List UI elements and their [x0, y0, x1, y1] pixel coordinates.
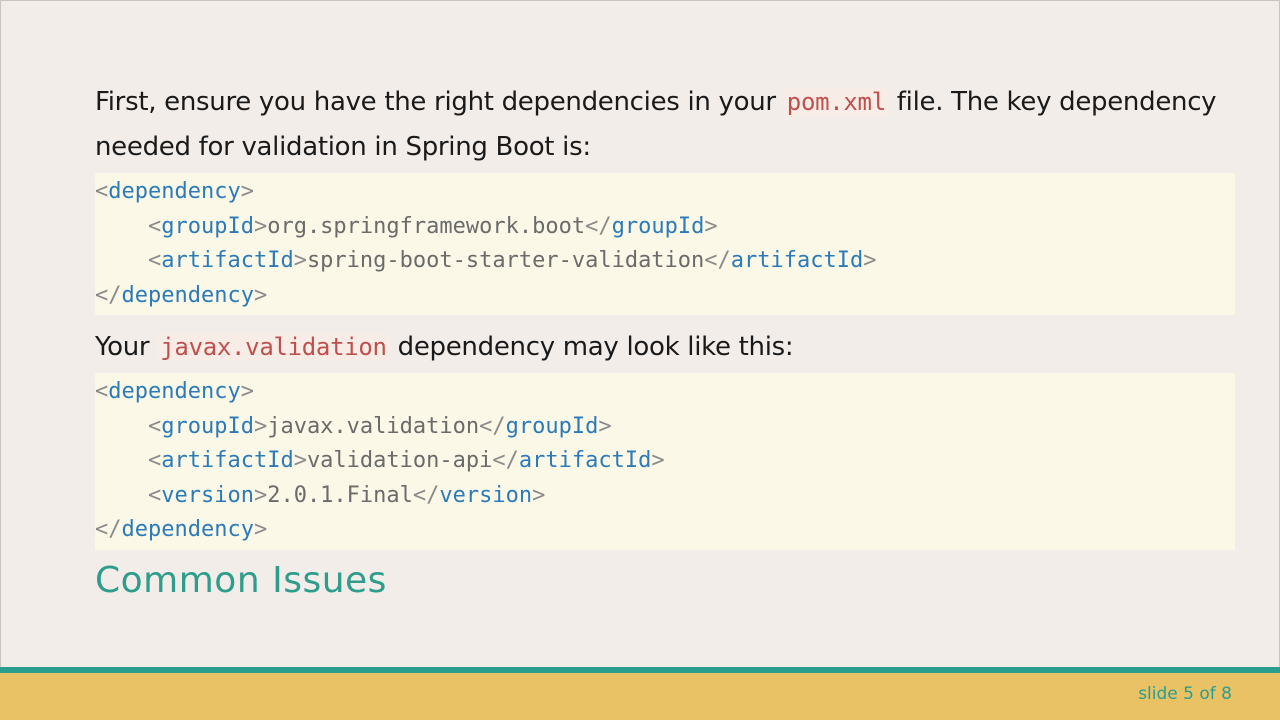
xml-tag-name: dependency	[121, 517, 254, 542]
xml-tag-name: artifactId	[161, 248, 294, 273]
section-heading: Common Issues	[95, 559, 387, 601]
angle-bracket: >	[598, 413, 612, 439]
angle-bracket: >	[863, 248, 877, 273]
angle-bracket: >	[293, 448, 307, 473]
angle-bracket: <	[147, 482, 162, 508]
code-line: <artifactId>validation-api</artifactId>	[95, 444, 1235, 479]
angle-bracket: </	[492, 448, 519, 473]
angle-bracket: >	[704, 213, 718, 239]
code-line: </dependency>	[95, 513, 1235, 548]
xml-tag-name: groupId	[161, 213, 254, 239]
xml-tag-value: validation-api	[306, 448, 493, 473]
angle-bracket: <	[147, 248, 162, 273]
angle-bracket: >	[240, 179, 254, 204]
code-block-spring-dependency: <dependency> <groupId>org.springframewor…	[95, 173, 1235, 315]
slide-content: First, ensure you have the right depende…	[95, 80, 1235, 601]
angle-bracket: <	[95, 379, 109, 404]
xml-tag-name: dependency	[108, 379, 241, 404]
code-line: <dependency>	[95, 375, 1235, 410]
angle-bracket: </	[412, 482, 440, 508]
xml-tag-value: 2.0.1.Final	[267, 482, 413, 508]
angle-bracket: </	[95, 517, 122, 542]
angle-bracket: </	[704, 248, 731, 273]
angle-bracket: >	[253, 413, 268, 439]
xml-tag-name: artifactId	[161, 448, 294, 473]
angle-bracket: <	[147, 448, 162, 473]
angle-bracket: </	[585, 213, 612, 239]
angle-bracket: >	[240, 379, 254, 404]
footer-bar	[0, 673, 1280, 720]
angle-bracket: >	[253, 282, 268, 308]
xml-tag-name: artifactId	[730, 248, 864, 273]
xml-tag-name: dependency	[121, 282, 254, 308]
xml-tag-name: groupId	[611, 213, 705, 239]
xml-tag-name: groupId	[161, 413, 254, 439]
intro-paragraph: First, ensure you have the right depende…	[95, 80, 1235, 170]
angle-bracket: </	[95, 282, 122, 308]
angle-bracket: >	[651, 448, 665, 473]
angle-bracket: >	[253, 482, 268, 508]
angle-bracket: <	[147, 213, 162, 239]
angle-bracket: >	[253, 517, 268, 542]
angle-bracket: <	[95, 179, 109, 204]
angle-bracket: </	[479, 413, 506, 439]
code-line: <artifactId>spring-boot-starter-validati…	[95, 244, 1235, 279]
xml-tag-name: version	[439, 482, 533, 508]
angle-bracket: >	[532, 482, 546, 508]
angle-bracket: <	[147, 413, 162, 439]
code-line: </dependency>	[95, 279, 1235, 314]
xml-tag-name: groupId	[505, 413, 599, 439]
second-paragraph: Your javax.validation dependency may loo…	[95, 325, 1235, 370]
angle-bracket: >	[293, 248, 307, 273]
slide-number: slide 5 of 8	[1138, 684, 1232, 704]
second-text-before: Your	[95, 332, 158, 362]
xml-tag-value: org.springframework.boot	[267, 213, 586, 239]
inline-code-pom: pom.xml	[783, 88, 889, 116]
xml-tag-name: dependency	[108, 179, 241, 204]
code-line: <groupId>org.springframework.boot</group…	[95, 210, 1235, 245]
code-line: <version>2.0.1.Final</version>	[95, 479, 1235, 514]
xml-tag-name: version	[161, 482, 254, 508]
intro-text-before: First, ensure you have the right depende…	[95, 87, 784, 117]
xml-tag-value: spring-boot-starter-validation	[306, 248, 705, 273]
angle-bracket: >	[253, 213, 268, 239]
second-text-after: dependency may look like this:	[389, 332, 794, 362]
code-line: <dependency>	[95, 175, 1235, 210]
xml-tag-name: artifactId	[518, 448, 652, 473]
code-block-javax-dependency: <dependency> <groupId>javax.validation</…	[95, 373, 1235, 550]
xml-tag-value: javax.validation	[267, 413, 480, 439]
code-line: <groupId>javax.validation</groupId>	[95, 410, 1235, 445]
inline-code-javax: javax.validation	[157, 333, 390, 361]
